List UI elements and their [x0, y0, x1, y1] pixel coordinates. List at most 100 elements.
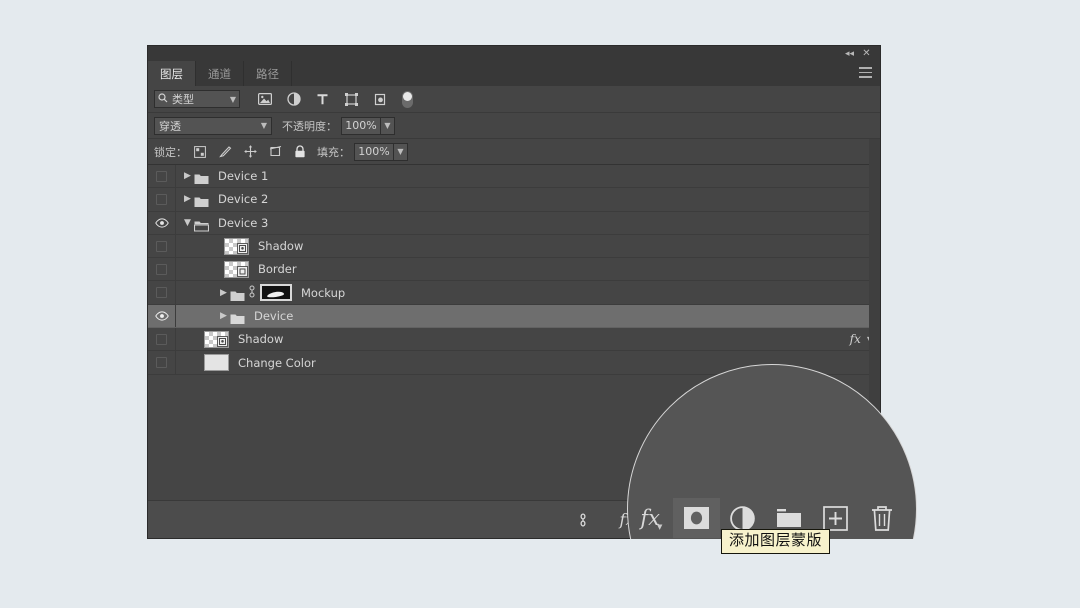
adjustment-layer-filter-icon[interactable] [286, 92, 301, 107]
folder-icon [230, 310, 245, 324]
tab-layers[interactable]: 图层 [148, 61, 196, 86]
lock-all-icon[interactable] [293, 145, 307, 159]
pixel-layer-filter-icon[interactable] [257, 92, 272, 107]
table-row[interactable]: ▶ Mockup [148, 281, 880, 305]
layer-list-scrollbar[interactable] [869, 139, 880, 500]
close-icon[interactable]: ✕ [860, 48, 873, 60]
chevron-right-icon[interactable]: ▶ [218, 311, 229, 321]
layer-visibility-toggle[interactable] [148, 165, 176, 188]
lock-image-pixels-icon[interactable] [218, 145, 232, 159]
layer-style-button-magnified[interactable]: fx ▼ [627, 498, 673, 538]
layer-mask-thumbnail[interactable] [260, 284, 292, 302]
tooltip-text: 添加图层蒙版 [729, 531, 823, 549]
lock-row: 锁定： 填充： 100% ▼ [148, 139, 880, 165]
chevron-down-icon[interactable]: ▼ [182, 218, 193, 228]
layer-visibility-toggle[interactable] [148, 258, 176, 281]
eye-off-icon [156, 357, 167, 369]
lock-artboard-nesting-icon[interactable] [268, 145, 282, 159]
filter-type-select[interactable]: 类型 ▼ [154, 90, 240, 108]
tab-channels[interactable]: 通道 [196, 61, 244, 86]
panel-titlebar: ◂◂ ✕ [148, 46, 880, 61]
mask-shape [266, 291, 285, 299]
eye-icon [154, 311, 169, 321]
lock-position-icon[interactable] [243, 145, 257, 159]
eye-icon [154, 218, 169, 228]
chevron-right-icon[interactable]: ▶ [182, 171, 193, 181]
table-row[interactable]: ▶ Device 2 [148, 188, 880, 212]
fill-input[interactable]: 100% [354, 142, 394, 161]
tooltip: 添加图层蒙版 [721, 529, 831, 554]
screenshot-root: ◂◂ ✕ 图层 通道 路径 类型 ▼ 穿透 ▼ 不透明度： 100% ▼ 锁定：… [0, 0, 1080, 608]
layer-visibility-toggle[interactable] [148, 211, 176, 234]
shape-layer-filter-icon[interactable] [344, 92, 359, 107]
eye-off-icon [156, 287, 167, 299]
layer-visibility-toggle[interactable] [148, 328, 176, 351]
layer-name: Change Color [238, 355, 316, 370]
link-icon[interactable] [248, 283, 257, 302]
fx-icon: fx [849, 332, 861, 347]
opacity-input[interactable]: 100% [341, 116, 381, 135]
layer-list: ▶ Device 1 ▶ Device 2 ▼ Device 3 Shadow … [148, 165, 880, 461]
folder-open-icon [193, 217, 210, 232]
lock-icon-group [193, 145, 307, 159]
add-layer-mask-button-magnified[interactable] [673, 498, 720, 538]
table-row[interactable]: ▶ Device [148, 304, 880, 329]
lock-transparent-pixels-icon[interactable] [193, 145, 207, 159]
folder-icon [230, 287, 245, 301]
layer-visibility-toggle[interactable] [148, 234, 176, 258]
blend-mode-select[interactable]: 穿透 ▼ [154, 116, 272, 135]
fill-stepper-chevron-icon[interactable]: ▼ [394, 142, 408, 161]
opacity-stepper-chevron-icon[interactable]: ▼ [381, 116, 395, 135]
chevron-down-icon: ▼ [656, 523, 663, 531]
chevron-down-icon: ▼ [229, 94, 236, 104]
layer-name: Border [258, 262, 297, 277]
filter-type-label: 类型 [172, 93, 194, 106]
layer-name: Shadow [258, 239, 304, 254]
eye-off-icon [156, 193, 167, 205]
filter-icon-group [257, 92, 388, 107]
opacity-label: 不透明度： [282, 119, 337, 133]
eye-off-icon [156, 170, 167, 182]
link-layers-button[interactable] [561, 501, 605, 539]
table-row[interactable]: Change Color [148, 351, 880, 375]
table-row[interactable]: Shadow [148, 234, 880, 259]
table-row[interactable]: ▼ Device 3 [148, 211, 880, 235]
tab-paths-label: 路径 [256, 66, 279, 81]
layer-thumbnail [204, 354, 229, 372]
layers-panel: ◂◂ ✕ 图层 通道 路径 类型 ▼ 穿透 ▼ 不透明度： 100% ▼ 锁定：… [148, 46, 880, 539]
type-layer-filter-icon[interactable] [315, 92, 330, 107]
layer-visibility-toggle[interactable] [148, 304, 176, 328]
lock-label: 锁定： [154, 145, 187, 159]
layer-visibility-toggle[interactable] [148, 188, 176, 211]
folder-icon [194, 193, 209, 208]
table-row[interactable]: ▶ Device 1 [148, 165, 880, 189]
table-row[interactable]: Border [148, 258, 880, 282]
layer-name: Device 1 [218, 169, 269, 184]
smart-object-badge-icon [237, 242, 248, 254]
folder-icon [194, 170, 209, 185]
blend-mode-value: 穿透 [159, 119, 181, 133]
opacity-value: 100% [345, 119, 377, 132]
layer-filter-row: 类型 ▼ [148, 86, 880, 113]
eye-off-icon [156, 240, 167, 252]
layer-thumbnail [224, 260, 249, 278]
layer-visibility-toggle[interactable] [148, 351, 176, 374]
smart-object-filter-icon[interactable] [373, 92, 388, 107]
fill-label: 填充： [317, 145, 350, 159]
tab-bar-filler [292, 61, 880, 86]
eye-off-icon [156, 333, 167, 345]
collapse-panel-icon[interactable]: ◂◂ [843, 48, 856, 60]
search-icon [158, 92, 168, 106]
panel-menu-icon[interactable] [859, 67, 872, 78]
layer-name: Device 2 [218, 192, 269, 207]
layer-name: Shadow [238, 332, 284, 347]
tab-paths[interactable]: 路径 [244, 61, 292, 86]
layer-visibility-toggle[interactable] [148, 281, 176, 304]
chevron-right-icon[interactable]: ▶ [218, 288, 229, 298]
layer-name: Device [254, 308, 294, 323]
delete-layer-button-magnified[interactable] [859, 498, 905, 538]
layer-name: Device 3 [218, 215, 269, 230]
chevron-right-icon[interactable]: ▶ [182, 194, 193, 204]
table-row[interactable]: Shadow fx ▼ [148, 328, 880, 352]
filter-enable-toggle[interactable] [402, 90, 413, 108]
